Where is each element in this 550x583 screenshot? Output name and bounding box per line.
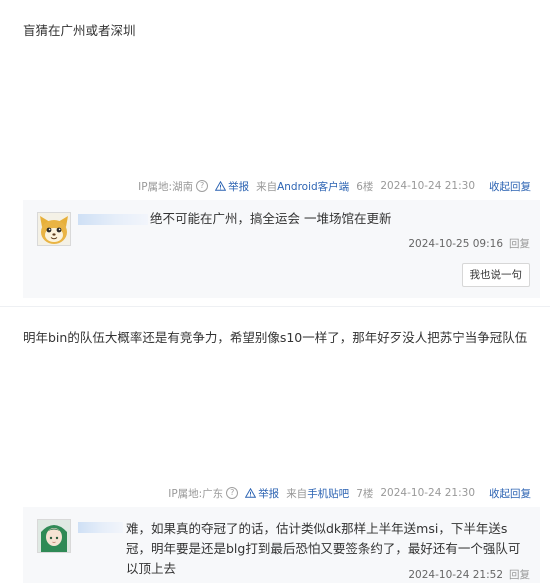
reply-time: 2024-10-25 09:16 [408, 238, 503, 250]
report-button[interactable]: 举报 [215, 179, 249, 194]
post-source: 来自Android客户端 [256, 179, 349, 194]
post-floor-6: 盲猜在广州或者深圳 IP属地:湖南 ? 举报 来自Android客户端 6楼 2… [0, 0, 550, 306]
warning-triangle-icon [245, 488, 257, 498]
reply-meta: 2024-10-24 21:52 回复 [408, 567, 530, 582]
report-label: 举报 [228, 180, 250, 193]
post-content: 明年bin的队伍大概率还是有竞争力，希望别像s10一样了，那年好歹没人把苏宁当争… [23, 330, 528, 345]
source-prefix: 来自 [286, 487, 308, 500]
post-meta: IP属地:广东 ? 举报 来自手机贴吧 7楼 2024-10-24 21:30 … [168, 485, 531, 501]
ip-location: IP属地:湖南 ? [138, 179, 209, 194]
post-source: 来自手机贴吧 [286, 486, 349, 501]
warning-triangle-icon [215, 181, 227, 191]
collapse-replies-link[interactable]: 收起回复 [489, 179, 531, 194]
help-circle-icon[interactable]: ? [226, 487, 239, 499]
floor-number: 6楼 [356, 180, 374, 193]
add-comment-button[interactable]: 我也说一句 [461, 263, 530, 287]
source-link[interactable]: 手机贴吧 [307, 488, 349, 500]
avatar[interactable] [37, 212, 71, 246]
post-floor-7: 明年bin的队伍大概率还是有竞争力，希望别像s10一样了，那年好歹没人把苏宁当争… [0, 306, 550, 583]
help-circle-icon[interactable]: ? [196, 180, 209, 192]
source-prefix: 来自 [256, 180, 278, 193]
reply-section: 绝不可能在广州，搞全运会 一堆场馆在更新 2024-10-25 09:16 回复 … [23, 200, 540, 298]
report-label: 举报 [258, 487, 280, 500]
ip-location-text: IP属地:广东 [168, 487, 224, 500]
source-link[interactable]: Android客户端 [277, 181, 349, 193]
reply-time: 2024-10-24 21:52 [408, 569, 503, 581]
reply-section: 难，如果真的夺冠了的话，估计类似dk那样上半年送msi，下半年送s冠，明年要是还… [23, 507, 540, 583]
ip-location-text: IP属地:湖南 [138, 180, 194, 193]
post-content: 盲猜在广州或者深圳 [23, 23, 136, 38]
avatar[interactable] [37, 519, 71, 553]
report-button[interactable]: 举报 [245, 486, 279, 501]
reply-button[interactable]: 回复 [509, 238, 530, 250]
reply-meta: 2024-10-25 09:16 回复 [408, 236, 530, 251]
avatar-image-icon [38, 213, 70, 245]
collapse-replies-link[interactable]: 收起回复 [489, 486, 531, 501]
reply-content: 绝不可能在广州，搞全运会 一堆场馆在更新 [150, 211, 392, 226]
ip-location: IP属地:广东 ? [168, 486, 239, 501]
avatar-image-icon [38, 520, 70, 552]
reply-button[interactable]: 回复 [509, 569, 530, 581]
username-redacted[interactable] [78, 522, 123, 533]
post-datetime: 2024-10-24 21:30 [380, 487, 475, 499]
post-meta: IP属地:湖南 ? 举报 来自Android客户端 6楼 2024-10-24 … [138, 178, 531, 194]
thread-page: 盲猜在广州或者深圳 IP属地:湖南 ? 举报 来自Android客户端 6楼 2… [0, 0, 550, 583]
post-datetime: 2024-10-24 21:30 [380, 180, 475, 192]
floor-number: 7楼 [356, 487, 374, 500]
username-redacted[interactable] [78, 214, 148, 225]
